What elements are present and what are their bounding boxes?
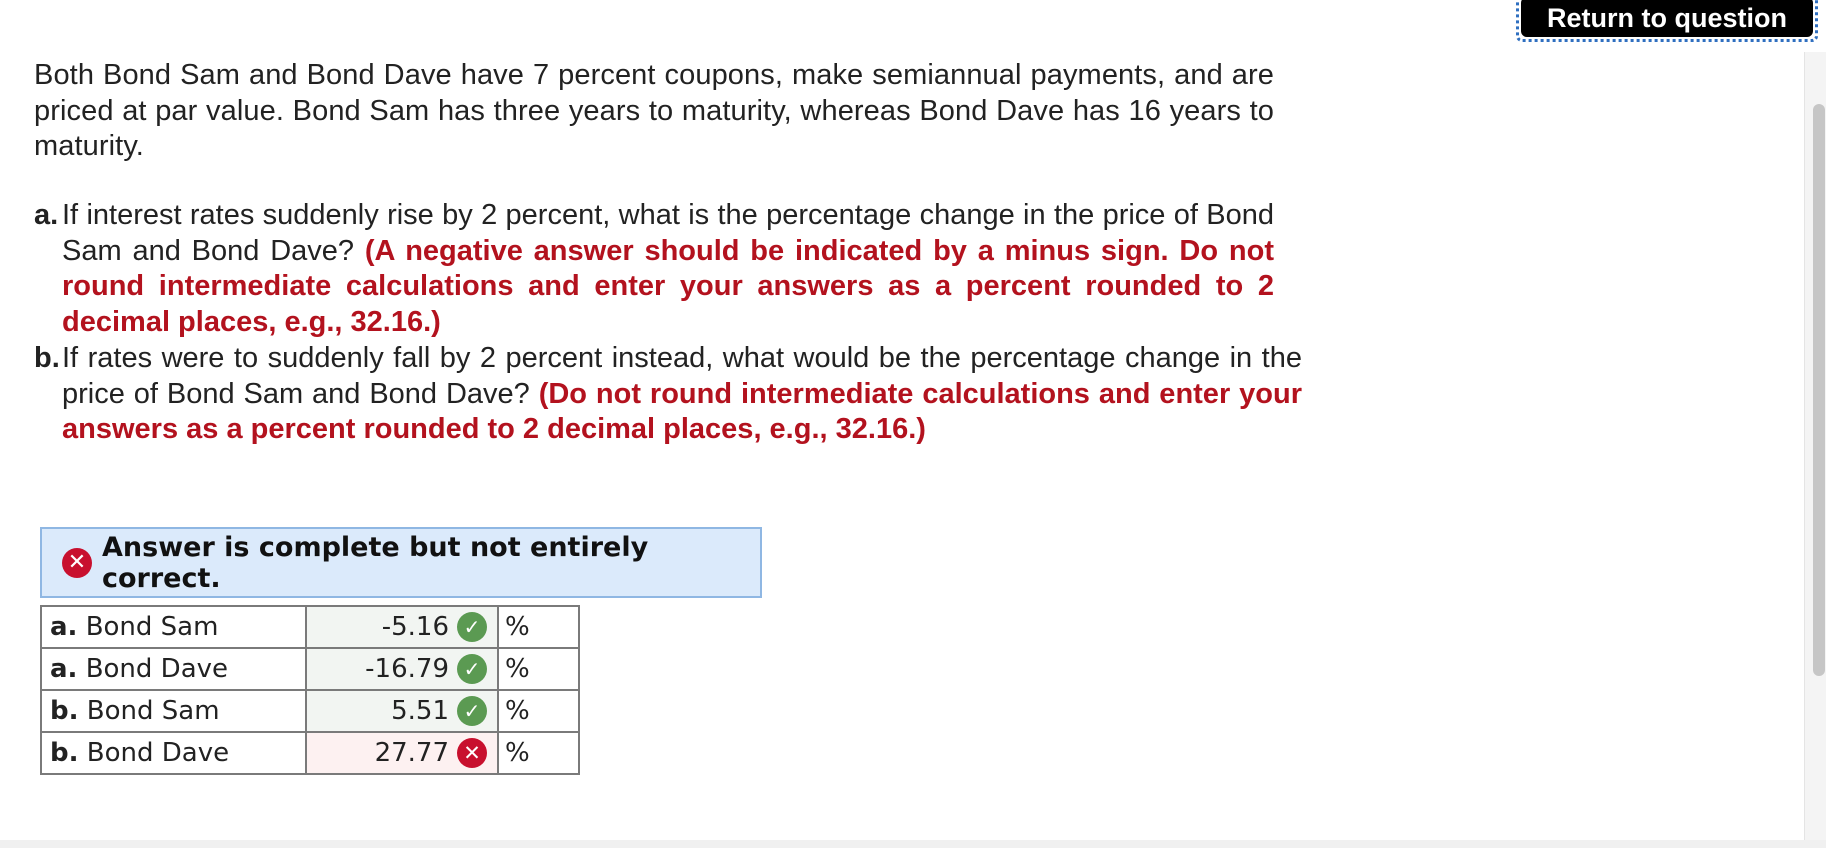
answers-table: a. Bond Sam -5.16 ✓ % a. Bond Dave -16.7…	[40, 605, 580, 775]
row-bond-name: Bond Sam	[85, 612, 219, 642]
answer-value: -5.16	[381, 612, 449, 642]
part-label: b.	[34, 342, 60, 374]
scrollbar-thumb[interactable]	[1813, 104, 1825, 676]
row-bond-name: Bond Dave	[85, 654, 229, 684]
row-bond-name: Bond Dave	[86, 738, 230, 768]
answer-value-cell[interactable]: 5.51 ✓	[305, 689, 499, 733]
return-button-focus-ring: Return to question	[1516, 0, 1818, 42]
table-row: a. Bond Dave -16.79 ✓ %	[40, 647, 580, 691]
x-circle-icon: ✕	[457, 738, 487, 768]
bottom-divider	[0, 840, 1826, 848]
table-row: b. Bond Dave 27.77 ✕ %	[40, 731, 580, 775]
page: Return to question Both Bond Sam and Bon…	[0, 0, 1826, 848]
question-part-b: b. If rates were to suddenly fall by 2 p…	[34, 341, 1302, 448]
table-row: a. Bond Sam -5.16 ✓ %	[40, 605, 580, 649]
unit-label: %	[497, 647, 580, 691]
unit-label: %	[497, 731, 580, 775]
row-label: b. Bond Sam	[40, 689, 307, 733]
vertical-scrollbar[interactable]	[1804, 52, 1826, 840]
unit-label: %	[497, 605, 580, 649]
check-circle-icon: ✓	[457, 696, 487, 726]
table-row: b. Bond Sam 5.51 ✓ %	[40, 689, 580, 733]
row-label: b. Bond Dave	[40, 731, 307, 775]
part-label: a.	[34, 199, 59, 231]
answer-value-cell[interactable]: -16.79 ✓	[305, 647, 499, 691]
row-label: a. Bond Sam	[40, 605, 307, 649]
result-banner: ✕ Answer is complete but not entirely co…	[40, 527, 762, 598]
return-to-question-button[interactable]: Return to question	[1521, 0, 1813, 37]
row-bond-name: Bond Sam	[86, 696, 220, 726]
answer-value-cell[interactable]: 27.77 ✕	[305, 731, 499, 775]
row-part-label: a.	[50, 612, 78, 642]
result-banner-text: Answer is complete but not entirely corr…	[102, 531, 649, 594]
answer-value: -16.79	[365, 654, 449, 684]
question-part-a: a. If interest rates suddenly rise by 2 …	[34, 198, 1274, 340]
check-circle-icon: ✓	[457, 654, 487, 684]
answer-value: 27.77	[374, 738, 449, 768]
question-intro: Both Bond Sam and Bond Dave have 7 perce…	[34, 59, 1274, 162]
row-part-label: a.	[50, 654, 78, 684]
x-circle-icon: ✕	[62, 547, 92, 578]
answer-value: 5.51	[391, 696, 449, 726]
question-parts: a. If interest rates suddenly rise by 2 …	[34, 198, 1302, 448]
row-part-label: b.	[50, 696, 79, 726]
answer-value-cell[interactable]: -5.16 ✓	[305, 605, 499, 649]
row-part-label: b.	[50, 738, 79, 768]
unit-label: %	[497, 689, 580, 733]
row-label: a. Bond Dave	[40, 647, 307, 691]
check-circle-icon: ✓	[457, 612, 487, 642]
